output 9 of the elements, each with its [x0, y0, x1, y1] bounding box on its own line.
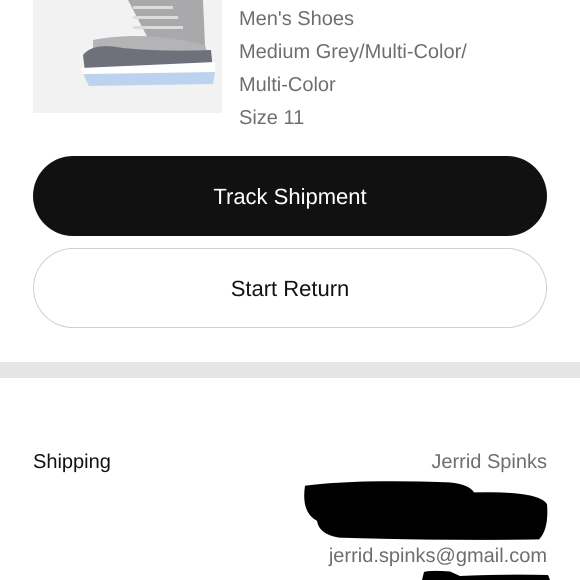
- detail-text: Multi-Color: [239, 73, 337, 98]
- detail-text: Men's Shoes: [239, 7, 355, 32]
- track-button[interactable]: Track Shipment: [33, 156, 547, 236]
- email-text: jerrid.spinks@gmail.com: [328, 544, 547, 569]
- return-button[interactable]: Start Return: [33, 248, 547, 328]
- recipient-name: Jerrid Spinks: [430, 450, 547, 475]
- detail-text: Size 11: [239, 106, 306, 131]
- section-label: Shipping: [33, 450, 111, 475]
- detail-text: Medium Grey/Multi-Color/: [239, 40, 467, 65]
